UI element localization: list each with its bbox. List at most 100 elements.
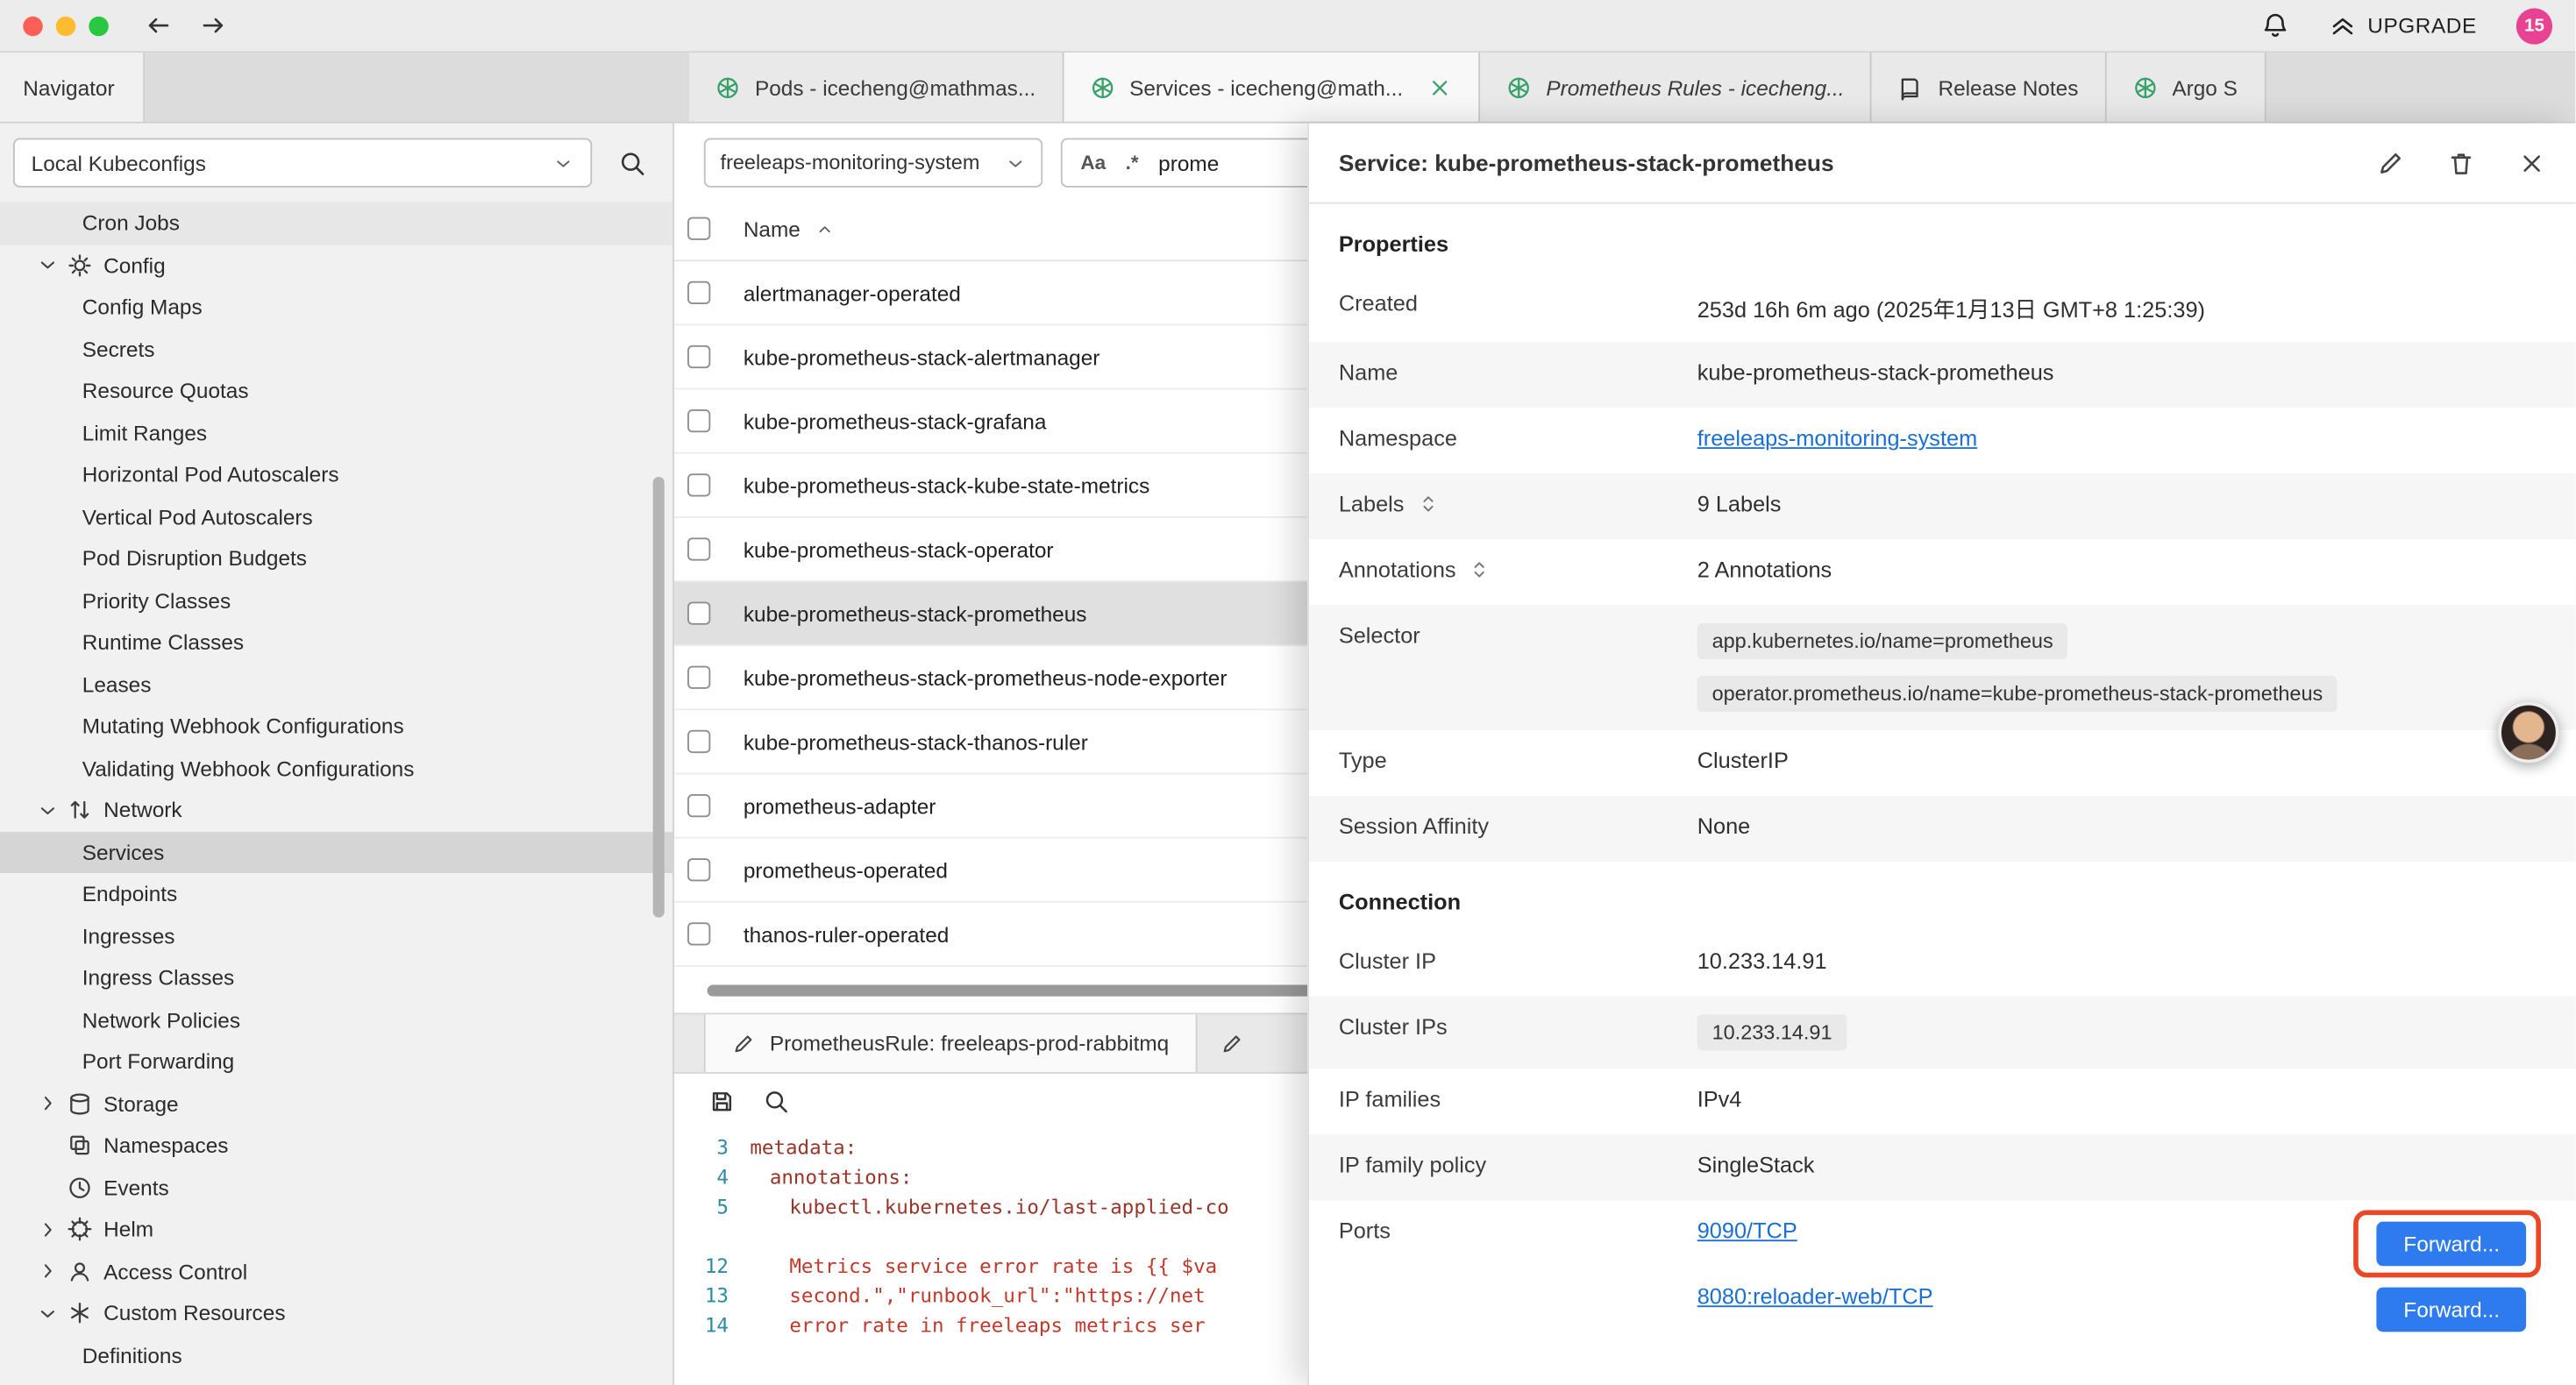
sidebar-item-port-forwarding[interactable]: Port Forwarding [0, 1041, 672, 1083]
chevron-down-icon[interactable] [36, 799, 59, 821]
row-checkbox[interactable] [687, 666, 710, 689]
notification-count-badge[interactable]: 15 [2516, 7, 2552, 43]
sidebar-search-icon[interactable] [618, 149, 646, 177]
tab-prometheus-rules-icecheng[interactable]: Prometheus Rules - icecheng... [1480, 53, 1872, 122]
sidebar-item-label: Services [82, 840, 165, 864]
row-checkbox[interactable] [687, 473, 710, 496]
sidebar-item-access-control[interactable]: Access Control [0, 1250, 672, 1292]
port-link[interactable]: 9090/TCP [1697, 1218, 1797, 1243]
kubeconfig-selector[interactable]: Local Kubeconfigs [13, 138, 592, 188]
sidebar-item-definitions[interactable]: Definitions [0, 1334, 672, 1376]
sidebar-item-endpoints[interactable]: Endpoints [0, 873, 672, 915]
property-key: Session Affinity [1339, 813, 1697, 838]
sidebar-item-priority-classes[interactable]: Priority Classes [0, 579, 672, 621]
namespace-link[interactable]: freeleaps-monitoring-system [1697, 426, 1977, 451]
row-checkbox[interactable] [687, 602, 710, 625]
tab-argo-s[interactable]: Argo S [2106, 53, 2265, 122]
minimize-window-button[interactable] [56, 16, 76, 36]
sidebar-item-events[interactable]: Events [0, 1167, 672, 1209]
close-drawer-icon[interactable] [2518, 149, 2546, 177]
row-checkbox[interactable] [687, 345, 710, 368]
save-icon[interactable] [708, 1089, 735, 1115]
sidebar-item-storage[interactable]: Storage [0, 1083, 672, 1125]
service-name: kube-prometheus-stack-prometheus-node-ex… [744, 665, 1228, 690]
sidebar-item-resource-quotas[interactable]: Resource Quotas [0, 370, 672, 412]
sidebar-item-validating-webhook-configurations[interactable]: Validating Webhook Configurations [0, 748, 672, 790]
chevron-right-icon[interactable] [36, 1218, 59, 1240]
forward-button[interactable]: Forward... [2377, 1287, 2526, 1332]
chevron-down-icon[interactable] [36, 253, 59, 276]
sort-toggle-icon[interactable] [1417, 494, 1438, 515]
sidebar-item-limit-ranges[interactable]: Limit Ranges [0, 412, 672, 454]
sidebar-item-pod-disruption-budgets[interactable]: Pod Disruption Budgets [0, 537, 672, 579]
port-link[interactable]: 8080:reloader-web/TCP [1697, 1284, 1933, 1309]
sidebar-item-config-maps[interactable]: Config Maps [0, 286, 672, 328]
row-checkbox[interactable] [687, 922, 710, 945]
row-checkbox[interactable] [687, 281, 710, 304]
editor-tab-prometheusrule[interactable]: PrometheusRule: freeleaps-prod-rabbitmq [704, 1014, 1197, 1072]
sidebar-scrollbar[interactable] [653, 477, 665, 918]
sidebar-item-ingress-classes[interactable]: Ingress Classes [0, 957, 672, 999]
select-all-checkbox[interactable] [687, 217, 710, 240]
row-checkbox[interactable] [687, 858, 710, 881]
editor-tab-partial[interactable] [1197, 1014, 1266, 1072]
drawer-title: Service: kube-prometheus-stack-prometheu… [1339, 150, 1834, 176]
close-window-button[interactable] [23, 16, 43, 36]
sidebar-item-config[interactable]: Config [0, 245, 672, 287]
sidebar-item-namespaces[interactable]: Namespaces [0, 1125, 672, 1167]
clock-icon [68, 1175, 92, 1200]
sort-toggle-icon[interactable] [1469, 559, 1491, 580]
forward-button[interactable]: Forward... [2377, 1221, 2526, 1266]
sidebar-item-services[interactable]: Services [0, 831, 672, 873]
sidebar-item-horizontal-pod-autoscalers[interactable]: Horizontal Pod Autoscalers [0, 454, 672, 496]
sidebar-item-runtime-classes[interactable]: Runtime Classes [0, 621, 672, 664]
chevron-down-icon[interactable] [36, 1302, 59, 1325]
tab-pods-icecheng-mathmas[interactable]: Pods - icecheng@mathmas... [689, 53, 1064, 122]
sidebar-item-label: Network Policies [82, 1007, 240, 1032]
sidebar-item-network[interactable]: Network [0, 789, 672, 831]
sidebar-item-cron-jobs[interactable]: Cron Jobs [0, 202, 672, 245]
tab-release-notes[interactable]: Release Notes [1872, 53, 2106, 122]
match-case-toggle[interactable]: Aa [1080, 152, 1106, 174]
forward-button-wrap: Forward... [2377, 1221, 2526, 1266]
editor-search-icon[interactable] [763, 1089, 789, 1115]
navigator-panel-tab[interactable]: Navigator [0, 53, 145, 122]
line-number: 4 [674, 1162, 750, 1192]
sidebar-item-label: Network [103, 798, 181, 822]
avatar[interactable] [2498, 702, 2558, 763]
sidebar-item-ingresses[interactable]: Ingresses [0, 915, 672, 957]
notifications-bell-icon[interactable] [2260, 11, 2288, 39]
tab-services-icecheng-math[interactable]: Services - icecheng@math... [1064, 53, 1480, 122]
sidebar-item-custom-resources[interactable]: Custom Resources [0, 1292, 672, 1334]
back-icon[interactable] [145, 11, 173, 39]
property-value-text: IPv4 [1697, 1087, 2546, 1112]
tab-bar-spacer [145, 53, 689, 122]
namespace-filter[interactable]: freeleaps-monitoring-system [704, 138, 1042, 188]
row-checkbox[interactable] [687, 794, 710, 817]
sidebar-item-mutating-webhook-configurations[interactable]: Mutating Webhook Configurations [0, 706, 672, 748]
chevron-right-icon[interactable] [36, 1260, 59, 1282]
forward-icon[interactable] [199, 11, 227, 39]
row-checkbox[interactable] [687, 409, 710, 432]
sidebar-item-secrets[interactable]: Secrets [0, 328, 672, 370]
sidebar-item-network-policies[interactable]: Network Policies [0, 998, 672, 1041]
delete-icon[interactable] [2447, 149, 2475, 177]
sort-ascending-icon[interactable] [815, 219, 834, 238]
sidebar-item-label: Horizontal Pod Autoscalers [82, 463, 339, 487]
property-value: 2 Annotations [1697, 558, 2546, 582]
regex-toggle[interactable]: .* [1126, 152, 1139, 174]
code-text: Metrics service error rate is {{ $va [750, 1251, 1217, 1281]
maximize-window-button[interactable] [89, 16, 109, 36]
upgrade-button[interactable]: UPGRADE [2328, 11, 2477, 39]
row-checkbox[interactable] [687, 537, 710, 560]
property-key: IP family policy [1339, 1153, 1697, 1177]
chevron-right-icon[interactable] [36, 1092, 59, 1115]
sidebar-item-vertical-pod-autoscalers[interactable]: Vertical Pod Autoscalers [0, 496, 672, 538]
sidebar-item-helm[interactable]: Helm [0, 1209, 672, 1251]
name-column-header[interactable]: Name [744, 217, 801, 241]
edit-icon[interactable] [2376, 149, 2404, 177]
close-icon[interactable] [1427, 75, 1452, 99]
row-checkbox[interactable] [687, 730, 710, 753]
sidebar-item-leases[interactable]: Leases [0, 664, 672, 706]
access-icon [68, 1259, 92, 1283]
